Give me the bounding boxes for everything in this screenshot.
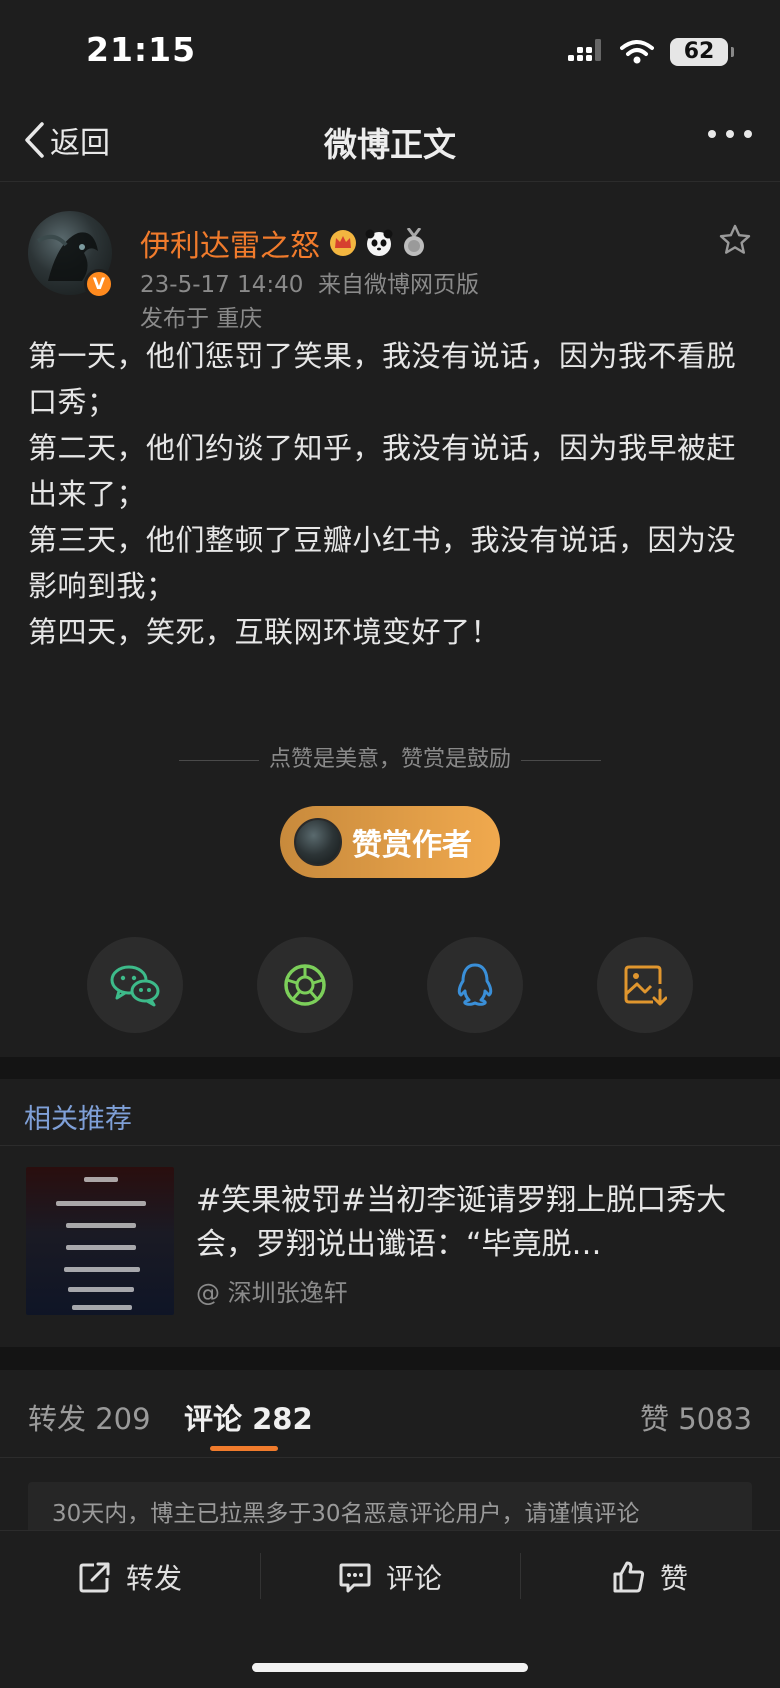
section-separator — [0, 1057, 780, 1079]
tab-reposts-label: 转发 — [28, 1402, 87, 1436]
post-source: 来自微博网页版 — [317, 272, 479, 298]
share-wechat-button[interactable] — [87, 937, 183, 1033]
tab-comments[interactable]: 评论 282 — [184, 1396, 313, 1438]
crown-badge-icon[interactable] — [328, 228, 358, 258]
reward-avatar — [294, 818, 342, 866]
reward-label: 赞赏作者 — [352, 828, 472, 863]
divider — [520, 1553, 521, 1599]
user-badges — [328, 228, 428, 258]
related-title: 相关推荐 — [24, 1104, 132, 1135]
wechat-icon — [110, 965, 160, 1007]
tab-comments-label: 评论 — [184, 1402, 243, 1436]
tab-reposts[interactable]: 转发 209 — [28, 1396, 151, 1438]
section-separator — [0, 1347, 780, 1370]
status-icons: 62 — [568, 36, 734, 68]
post-paragraph: 第一天，他们惩罚了笑果，我没有说话，因为我不看脱口秀； — [28, 339, 737, 419]
thumb-text-line — [84, 1177, 118, 1182]
cellular-signal-icon — [568, 39, 601, 61]
post-paragraph: 第三天，他们整顿了豆瓣小红书，我没有说话，因为没影响到我； — [28, 523, 737, 603]
tab-reposts-count: 209 — [95, 1402, 151, 1436]
like-note: 点赞是美意，赞赏是鼓励 — [268, 747, 511, 772]
divider-line — [521, 759, 601, 761]
thumb-text-line — [66, 1223, 136, 1228]
thumb-text-line — [56, 1201, 146, 1206]
interaction-tabs: 转发 209 评论 282 赞 5083 — [0, 1370, 780, 1458]
related-source[interactable]: @ 深圳张逸轩 — [196, 1273, 348, 1308]
status-bar: 21:15 62 — [0, 0, 780, 100]
repost-button[interactable]: 转发 — [78, 1557, 182, 1597]
more-button[interactable] — [706, 126, 754, 145]
bottom-action-bar: 转发 评论 赞 — [0, 1530, 780, 1688]
active-tab-indicator — [210, 1446, 278, 1451]
thumb-text-line — [68, 1287, 134, 1292]
thumbs-up-icon — [613, 1561, 645, 1593]
thumb-text-line — [66, 1245, 136, 1250]
repost-icon — [79, 1562, 110, 1593]
reward-author-button[interactable]: 赞赏作者 — [280, 806, 500, 878]
favorite-button[interactable] — [718, 223, 752, 261]
star-icon — [719, 224, 751, 254]
wifi-icon — [620, 40, 654, 64]
battery-indicator: 62 — [670, 38, 734, 66]
author-row: 伊利达雷之怒 — [140, 221, 428, 265]
share-qq-button[interactable] — [427, 937, 523, 1033]
post-meta: 23-5-17 14:40 来自微博网页版 — [140, 265, 479, 299]
related-section: 相关推荐 #笑果被罚#当初李诞请罗翔上脱口秀大会，罗翔说出谶语：“毕竟脱… @ … — [0, 1079, 780, 1347]
thumb-text-line — [72, 1305, 132, 1310]
page-title: 微博正文 — [324, 125, 456, 164]
tab-likes-label: 赞 — [639, 1402, 669, 1436]
nav-bar: 返回 微博正文 — [0, 100, 780, 182]
related-thumbnail[interactable] — [26, 1167, 174, 1315]
status-time: 21:15 — [86, 30, 197, 69]
post-content: 第一天，他们惩罚了笑果，我没有说话，因为我不看脱口秀； 第二天，他们约谈了知乎，… — [28, 333, 752, 655]
share-moments-button[interactable] — [257, 937, 353, 1033]
author-name[interactable]: 伊利达雷之怒 — [140, 221, 320, 265]
like-label: 赞 — [660, 1562, 689, 1595]
comment-icon — [339, 1563, 371, 1593]
divider — [0, 1145, 780, 1146]
tab-likes-count: 5083 — [678, 1402, 752, 1436]
comment-label: 评论 — [386, 1562, 443, 1595]
save-image-button[interactable] — [597, 937, 693, 1033]
thumb-text-line — [64, 1267, 140, 1272]
more-dots-icon — [708, 130, 752, 138]
post-card: V 伊利达雷之怒 23-5-17 14:40 来自微博网页版 发布于 重庆 第一… — [0, 183, 780, 1057]
qq-icon — [457, 963, 493, 1006]
related-headline[interactable]: #笑果被罚#当初李诞请罗翔上脱口秀大会，罗翔说出谶语：“毕竟脱… — [196, 1179, 756, 1267]
tab-likes[interactable]: 赞 5083 — [640, 1396, 752, 1438]
repost-label: 转发 — [126, 1562, 183, 1595]
tab-comments-count: 282 — [252, 1402, 313, 1436]
post-paragraph: 第四天，笑死，互联网环境变好了！ — [28, 615, 501, 649]
divider-line — [178, 759, 259, 761]
panda-badge-icon[interactable] — [364, 228, 394, 258]
reward-divider: 点赞是美意，赞赏是鼓励 — [0, 741, 780, 773]
post-timestamp: 23-5-17 14:40 — [140, 272, 304, 298]
save-image-icon — [624, 965, 667, 1006]
post-paragraph: 第二天，他们约谈了知乎，我没有说话，因为我早被赶出来了； — [28, 431, 737, 511]
medal-badge-icon[interactable] — [400, 228, 428, 258]
moments-icon — [284, 964, 326, 1006]
post-location: 发布于 重庆 — [140, 306, 263, 332]
home-indicator[interactable] — [252, 1663, 528, 1672]
comment-button[interactable]: 评论 — [338, 1557, 442, 1597]
like-button[interactable]: 赞 — [612, 1557, 688, 1597]
share-row — [0, 937, 780, 1033]
verified-badge: V — [84, 269, 114, 299]
divider — [260, 1553, 261, 1599]
